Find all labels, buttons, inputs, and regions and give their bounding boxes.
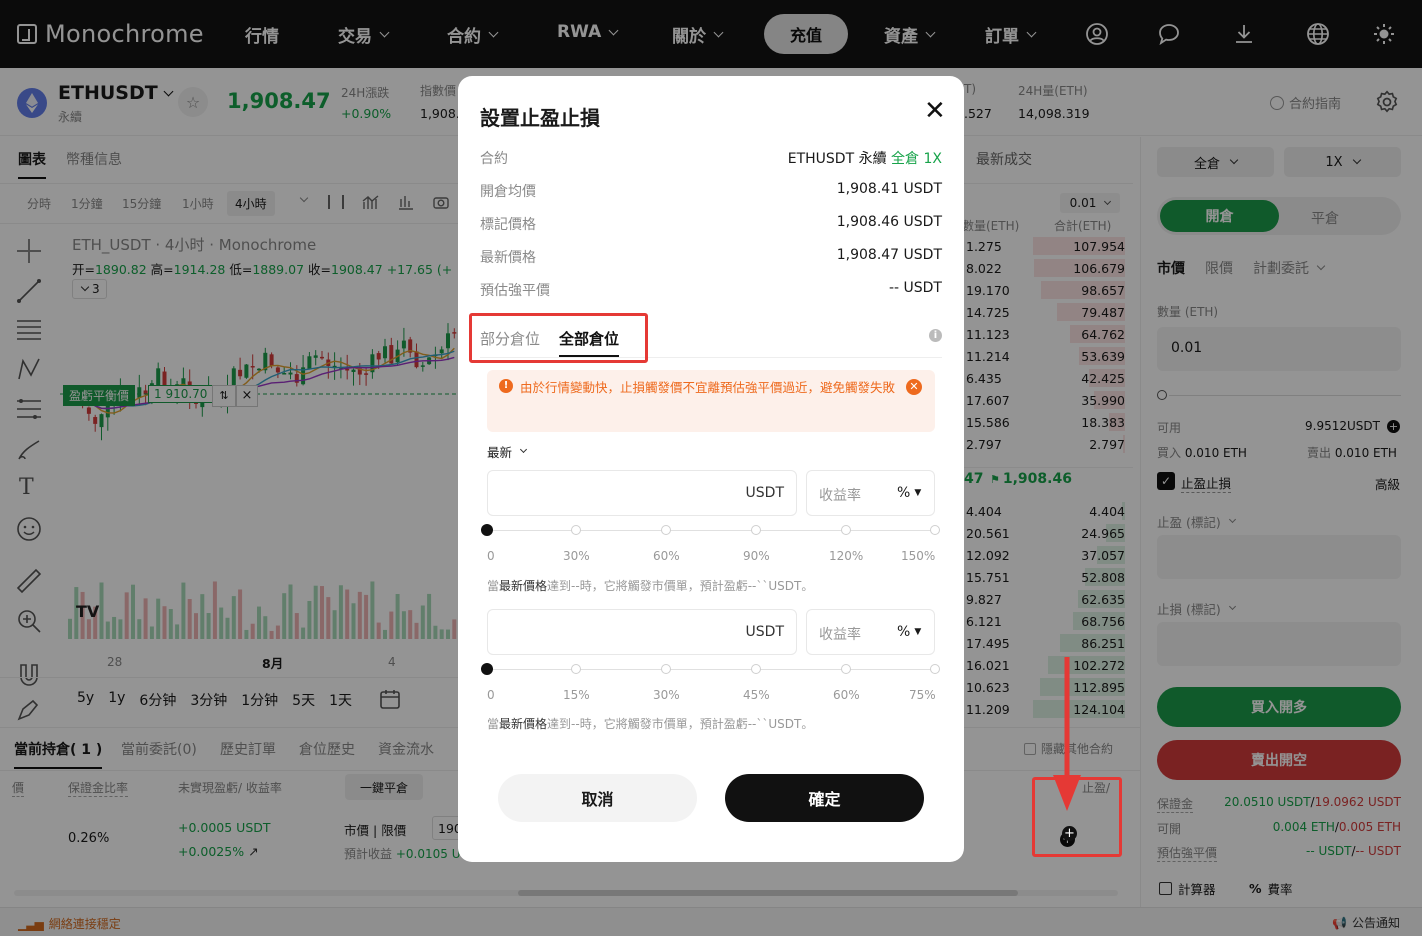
sl-mark: 30% xyxy=(653,688,680,702)
rate-placeholder: 收益率 xyxy=(819,488,861,504)
sl-slider-step[interactable] xyxy=(571,664,581,674)
tpsl-modal: 設置止盈止損 ✕ 合約 ETHUSDT 永續 全倉 1X 開倉均價 1,908.41… xyxy=(458,76,964,862)
tp-slider-step[interactable] xyxy=(661,525,671,535)
sl-slider-step[interactable] xyxy=(751,664,761,674)
highlight-box xyxy=(469,313,648,363)
row-contract: 合約 ETHUSDT 永續 全倉 1X xyxy=(480,151,942,167)
tp-mark: 60% xyxy=(653,549,680,563)
unit-label: USDT xyxy=(745,485,784,501)
row-mark-price: 標記價格 1,908.46 USDT xyxy=(480,214,942,233)
cancel-button[interactable]: 取消 xyxy=(498,774,697,822)
chevron-down-icon xyxy=(519,445,528,454)
modal-close-icon[interactable]: ✕ xyxy=(924,98,946,124)
tp-slider-step[interactable] xyxy=(751,525,761,535)
tp-trigger-price-input[interactable]: USDT xyxy=(487,470,797,516)
tp-mark: 30% xyxy=(563,549,590,563)
warning-banner: ! 由於行情變動快，止損觸發價不宜離預估強平價過近，避免觸發失敗 ✕ xyxy=(487,370,935,432)
tp-slider-step[interactable] xyxy=(841,525,851,535)
row-avg-open-price: 開倉均價 1,908.41 USDT xyxy=(480,181,942,200)
sl-slider-step[interactable] xyxy=(661,664,671,674)
dismiss-warning-icon[interactable]: ✕ xyxy=(906,379,922,395)
sl-hint: 當最新價格達到--時，它將觸發市價單，預計盈虧--``USDT。 xyxy=(487,717,814,731)
sl-mark: 15% xyxy=(563,688,590,702)
sl-slider-track[interactable] xyxy=(492,669,934,670)
tp-slider-handle[interactable] xyxy=(481,524,493,536)
sl-mark: 60% xyxy=(833,688,860,702)
tp-slider-track[interactable] xyxy=(492,530,934,531)
sl-mark: 0 xyxy=(487,688,495,702)
sl-slider-handle[interactable] xyxy=(481,663,493,675)
caret-down-icon: ▼ xyxy=(914,488,922,498)
sl-mark: 75% xyxy=(909,688,936,702)
red-arrow-annotation xyxy=(1053,657,1081,811)
warning-text: 由於行情變動快，止損觸發價不宜離預估強平價過近，避免觸發失敗 xyxy=(520,380,896,395)
sl-slider-step[interactable] xyxy=(841,664,851,674)
warning-icon: ! xyxy=(499,379,513,393)
sl-slider-step[interactable] xyxy=(930,664,940,674)
row-last-price: 最新價格 1,908.47 USDT xyxy=(480,247,942,266)
info-icon[interactable]: i xyxy=(929,329,942,342)
trigger-type-select[interactable]: 最新 xyxy=(487,442,528,461)
add-tpsl-plus-icon[interactable]: + xyxy=(1062,826,1077,841)
tp-slider-step[interactable] xyxy=(571,525,581,535)
sl-mark: 45% xyxy=(743,688,770,702)
sl-rate-input[interactable]: 收益率 % ▼ xyxy=(806,609,935,655)
modal-title: 設置止盈止損 xyxy=(480,106,600,130)
percent-unit-select[interactable]: % ▼ xyxy=(897,624,921,640)
tp-mark: 90% xyxy=(743,549,770,563)
unit-label: USDT xyxy=(745,624,784,640)
sl-trigger-price-input[interactable]: USDT xyxy=(487,609,797,655)
row-est-liq-price: 預估強平價 -- USDT xyxy=(480,280,942,299)
tp-mark: 0 xyxy=(487,549,495,563)
rate-placeholder: 收益率 xyxy=(819,627,861,643)
percent-unit-select[interactable]: % ▼ xyxy=(897,485,921,501)
tp-mark: 150% xyxy=(901,549,936,563)
tp-slider-step[interactable] xyxy=(930,525,940,535)
caret-down-icon: ▼ xyxy=(914,627,922,637)
confirm-button[interactable]: 確定 xyxy=(725,774,924,822)
tp-hint: 當最新價格達到--時，它將觸發市價單，預計盈虧--``USDT。 xyxy=(487,579,814,593)
tp-mark: 120% xyxy=(829,549,864,563)
tp-rate-input[interactable]: 收益率 % ▼ xyxy=(806,470,935,516)
